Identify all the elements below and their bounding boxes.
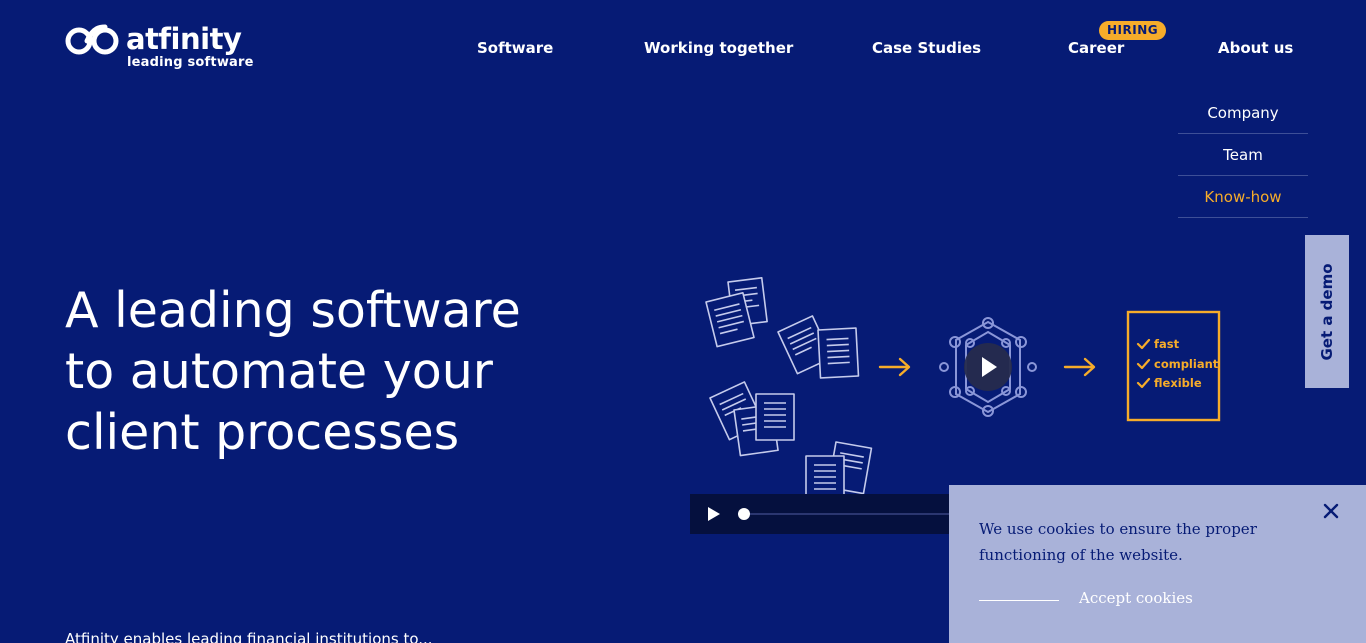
logo-wordmark: atfinity xyxy=(126,22,242,56)
nav-software[interactable]: Software xyxy=(477,38,553,58)
about-us-dropdown: Company Team Know-how xyxy=(1178,92,1308,218)
logo-tagline: leading software xyxy=(127,55,254,70)
document-icon xyxy=(755,393,795,441)
hero-title: A leading software to automate your clie… xyxy=(65,282,521,461)
get-a-demo-tab[interactable]: Get a demo xyxy=(1305,235,1349,388)
hero-subtext: Atfinity enables leading financial insti… xyxy=(65,630,433,643)
cookie-divider xyxy=(979,600,1059,601)
check-icon xyxy=(1136,358,1151,370)
checklist-item: compliant xyxy=(1154,357,1219,371)
dropdown-item-team[interactable]: Team xyxy=(1178,134,1308,176)
nav-career[interactable]: Career xyxy=(1068,38,1124,58)
nav-about-us[interactable]: About us xyxy=(1218,38,1293,58)
checklist-item: fast xyxy=(1154,337,1180,351)
get-a-demo-label: Get a demo xyxy=(1318,262,1336,361)
nav-working-together[interactable]: Working together xyxy=(644,38,793,58)
check-icon xyxy=(1136,338,1151,350)
cookie-banner: We use cookies to ensure the proper func… xyxy=(949,485,1366,643)
page: atfinity leading software Software Worki… xyxy=(0,0,1366,643)
close-icon[interactable] xyxy=(1322,502,1340,520)
cookie-message: We use cookies to ensure the proper func… xyxy=(979,520,1257,564)
video-progress-handle[interactable] xyxy=(738,508,750,520)
document-icon xyxy=(817,327,860,379)
video-controls xyxy=(690,494,960,534)
check-icon xyxy=(1136,377,1151,389)
video-progress-track[interactable] xyxy=(738,513,960,515)
dropdown-item-company[interactable]: Company xyxy=(1178,92,1308,134)
arrow-right-icon xyxy=(1063,357,1096,377)
logo-infinity-icon xyxy=(65,24,119,55)
process-illustration[interactable]: fast compliant flexible xyxy=(690,270,1230,510)
accept-cookies-button[interactable]: Accept cookies xyxy=(1079,589,1193,607)
hiring-badge: HIRING xyxy=(1099,21,1167,40)
checklist-item: flexible xyxy=(1154,376,1202,390)
logo[interactable]: atfinity leading software xyxy=(65,21,255,73)
play-icon[interactable] xyxy=(706,506,722,522)
nav-case-studies[interactable]: Case Studies xyxy=(872,38,981,58)
dropdown-item-know-how[interactable]: Know-how xyxy=(1178,176,1308,218)
arrow-right-icon xyxy=(878,357,911,377)
